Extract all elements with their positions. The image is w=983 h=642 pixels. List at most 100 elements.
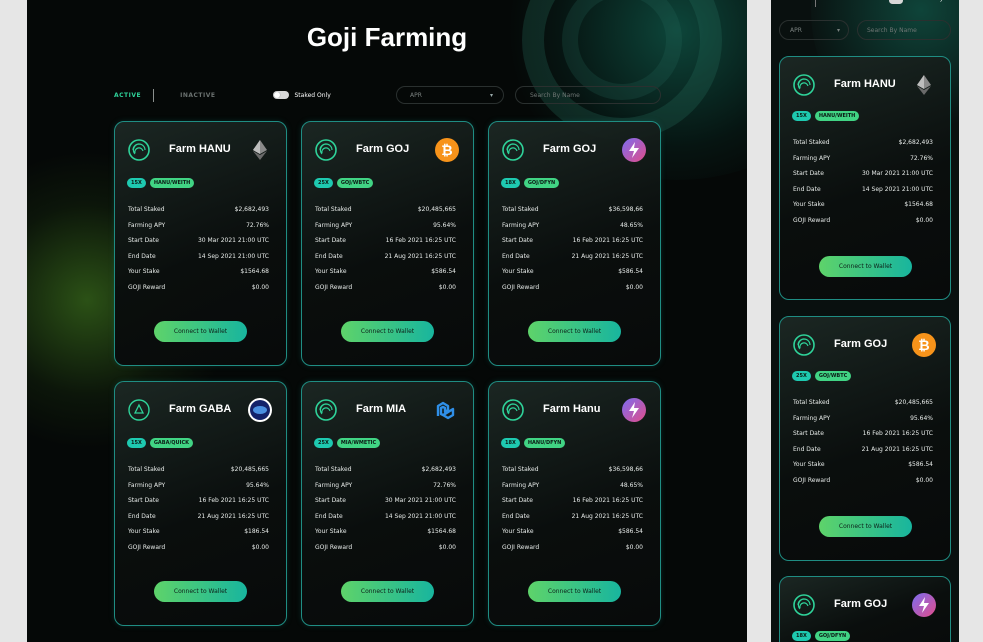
stat-label: Your Stake: [315, 528, 347, 536]
stat-row-your-stake: Your Stake $586.54: [315, 264, 456, 280]
stat-row-start-date: Start Date 30 Mar 2021 21:00 UTC: [315, 493, 456, 509]
farm-logo-icon: [792, 593, 816, 617]
stat-value: $0.00: [915, 476, 933, 484]
stat-row-goji-reward: GOJI Reward $0.00: [793, 473, 933, 489]
tab-inactive[interactable]: INACTIVE: [829, 0, 857, 2]
stat-value: 16 Feb 2021 16:25 UTC: [862, 430, 933, 438]
connect-wallet-button[interactable]: Connect to Wallet: [154, 581, 247, 602]
farm-logo-icon: [127, 138, 151, 162]
stat-value: $2,682,493: [234, 206, 269, 214]
search-input[interactable]: Search By Name: [857, 20, 951, 40]
tab-divider: [153, 88, 155, 102]
farm-name: Farm GOJ: [834, 598, 888, 610]
farm-stats: Total Staked $20,485,665 Farming APY 95.64%…: [793, 395, 933, 488]
stat-value: $1564.68: [427, 528, 456, 536]
stat-value: $20,485,665: [230, 466, 269, 474]
farm-logo-icon: [792, 73, 816, 97]
stat-label: End Date: [793, 185, 821, 193]
mobile-filter-bar: ACTIVE INACTIVE Staked Only: [779, 0, 959, 9]
stat-label: Farming APY: [315, 221, 353, 229]
stat-label: Farming APY: [502, 481, 540, 489]
farm-name: Farm GOJ: [356, 143, 410, 155]
stat-row-farming-apy: Farming APY 48.65%: [502, 478, 643, 494]
search-input[interactable]: Search By Name: [515, 86, 661, 104]
stat-label: Total Staked: [315, 206, 352, 214]
stat-row-end-date: End Date 14 Sep 2021 21:00 UTC: [793, 182, 933, 198]
dfyn-icon: [622, 398, 646, 422]
stat-label: GOJI Reward: [502, 283, 540, 291]
sort-select-value: APR: [790, 27, 802, 34]
stat-label: GOJI Reward: [128, 543, 166, 551]
stat-label: End Date: [793, 445, 821, 453]
pair-badge: MIA/WMETIC: [336, 438, 381, 448]
multiplier-badge: 18X: [792, 631, 811, 641]
farm-tags: 25X MIA/WMETIC: [314, 438, 381, 448]
stat-label: Total Staked: [315, 466, 352, 474]
tab-active[interactable]: ACTIVE: [779, 0, 801, 2]
stat-label: End Date: [315, 512, 343, 520]
farm-name: Farm GOJ: [834, 338, 888, 350]
stat-value: 21 Aug 2021 16:25 UTC: [384, 252, 456, 260]
stat-row-your-stake: Your Stake $586.54: [502, 524, 643, 540]
stat-value: $586.54: [618, 528, 643, 536]
farm-name: Farm GOJ: [543, 143, 597, 155]
sort-select-value: APR: [410, 91, 422, 99]
connect-wallet-button[interactable]: Connect to Wallet: [154, 321, 247, 342]
farm-stats: Total Staked $2,682,493 Farming APY 72.76% S…: [128, 202, 269, 295]
stat-value: $2,682,493: [898, 139, 933, 147]
farm-stats: Total Staked $20,485,665 Farming APY 95.64%…: [315, 202, 456, 295]
farm-card: Farm HANU 15X HANU/WEITH Total Staked $2,682…: [779, 56, 951, 300]
stat-row-your-stake: Your Stake $1564.68: [128, 264, 269, 280]
farm-logo-icon: [501, 398, 525, 422]
stat-value: $1564.68: [904, 201, 933, 209]
dfyn-icon: [912, 593, 936, 617]
farm-tags: 18X GOJ/DFYN: [792, 631, 851, 641]
sort-select[interactable]: APR ▾: [396, 86, 504, 104]
filter-bar: ACTIVE INACTIVE Staked Only APR ▾ Search…: [114, 85, 661, 105]
connect-wallet-button[interactable]: Connect to Wallet: [341, 321, 434, 342]
farm-tags: 18X HANU/DFYN: [501, 438, 566, 448]
farm-tags: 15X HANU/WEITH: [792, 111, 860, 121]
connect-wallet-button[interactable]: Connect to Wallet: [819, 516, 912, 537]
stat-row-start-date: Start Date 30 Mar 2021 21:00 UTC: [793, 166, 933, 182]
staked-only-toggle[interactable]: [272, 91, 289, 99]
stat-value: 16 Feb 2021 16:25 UTC: [198, 497, 269, 505]
stat-value: 72.76%: [910, 154, 933, 162]
farm-name: Farm Hanu: [543, 403, 601, 415]
stat-row-farming-apy: Farming APY 72.76%: [793, 151, 933, 167]
stat-row-start-date: Start Date 16 Feb 2021 16:25 UTC: [315, 233, 456, 249]
tab-inactive[interactable]: INACTIVE: [180, 92, 215, 99]
stat-value: 30 Mar 2021 21:00 UTC: [197, 237, 269, 245]
connect-wallet-button[interactable]: Connect to Wallet: [528, 581, 621, 602]
stat-row-total-staked: Total Staked $2,682,493: [315, 462, 456, 478]
farm-card: Farm GOJ ₿ 25X GOJ/WBTC Total Staked $20,485,…: [301, 121, 474, 366]
stat-value: $2,682,493: [421, 466, 456, 474]
pair-badge: HANU/DFYN: [523, 438, 566, 448]
stat-label: GOJI Reward: [793, 476, 831, 484]
stat-value: $0.00: [251, 283, 269, 291]
pair-badge: GABA/QUICK: [149, 438, 194, 448]
stat-label: Farming APY: [793, 154, 831, 162]
stat-label: End Date: [502, 512, 530, 520]
stat-value: $0.00: [251, 543, 269, 551]
sort-select[interactable]: APR ▾: [779, 20, 849, 40]
stat-value: 30 Mar 2021 21:00 UTC: [384, 497, 456, 505]
stat-row-farming-apy: Farming APY 95.64%: [793, 411, 933, 427]
stat-label: Start Date: [315, 237, 346, 245]
stat-label: Total Staked: [502, 466, 539, 474]
multiplier-badge: 18X: [501, 178, 520, 188]
connect-wallet-button[interactable]: Connect to Wallet: [341, 581, 434, 602]
stat-row-total-staked: Total Staked $36,598,66: [502, 462, 643, 478]
stat-row-goji-reward: GOJI Reward $0.00: [315, 280, 456, 296]
tab-active[interactable]: ACTIVE: [114, 92, 141, 99]
farm-name: Farm GABA: [169, 403, 232, 415]
dfyn-icon: [622, 138, 646, 162]
stat-row-end-date: End Date 21 Aug 2021 16:25 UTC: [793, 442, 933, 458]
farm-tags: 15X HANU/WEITH: [127, 178, 195, 188]
farm-tags: 25X GOJ/WBTC: [792, 371, 852, 381]
stat-row-start-date: Start Date 16 Feb 2021 16:25 UTC: [502, 233, 643, 249]
connect-wallet-button[interactable]: Connect to Wallet: [528, 321, 621, 342]
staked-only-toggle[interactable]: [889, 0, 903, 4]
connect-wallet-button[interactable]: Connect to Wallet: [819, 256, 912, 277]
svg-text:₿: ₿: [918, 337, 929, 353]
